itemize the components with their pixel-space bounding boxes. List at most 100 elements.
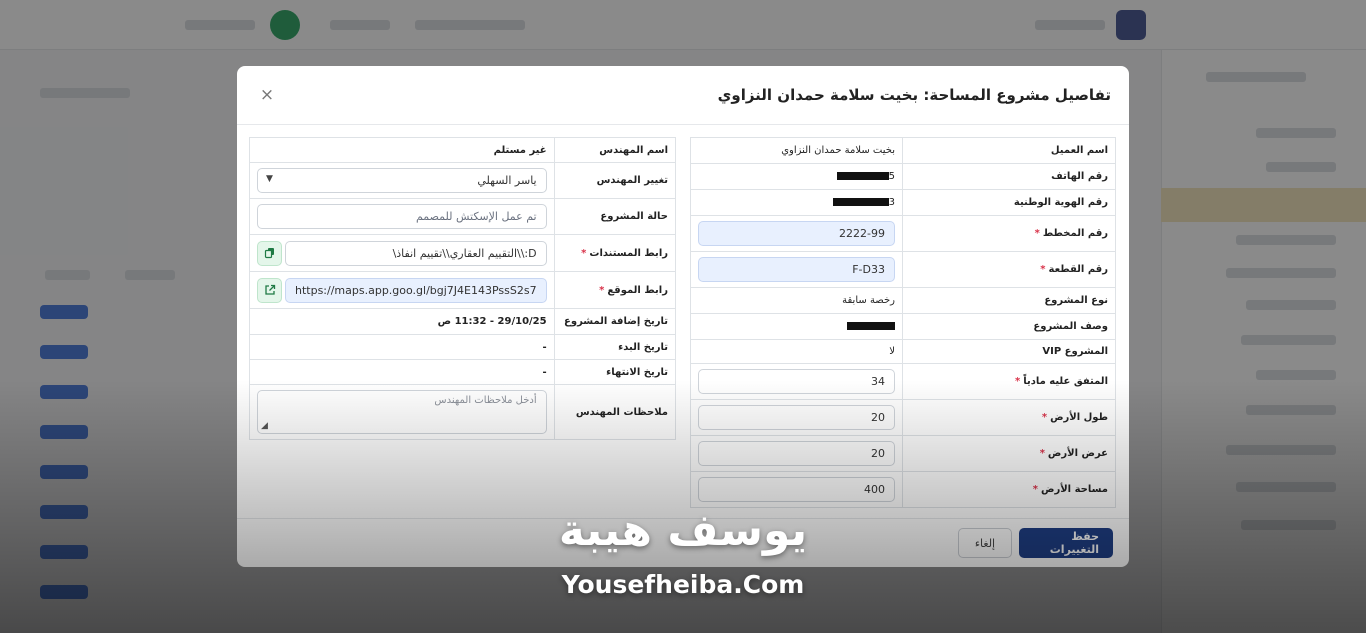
land-length-label-text: طول الأرض <box>1050 412 1108 423</box>
change-engineer-label: تغيير المهندس <box>553 162 677 199</box>
table-row: رابط الموقع* https://maps.app.goo.gl/bgj… <box>249 271 677 309</box>
land-width-label: عرض الأرض* <box>902 435 1116 472</box>
close-icon[interactable]: × <box>257 85 277 105</box>
vip-label: المشروع VIP <box>902 339 1116 364</box>
land-width-input[interactable]: 20 <box>698 441 895 466</box>
table-row: تغيير المهندس ياسر السهلي ▼ <box>249 162 677 199</box>
chevron-down-icon[interactable]: ▼ <box>266 174 273 184</box>
documents-link-cell: D:\\التقييم العقاري\\تقييم انفاذ\ <box>249 234 555 272</box>
national-id-value: 3 <box>690 189 903 216</box>
open-link-button[interactable] <box>257 277 282 303</box>
table-row: رقم القطعة* F-D33 <box>690 251 1116 288</box>
project-description-value <box>690 313 903 340</box>
national-id-value-prefix: 3 <box>888 197 895 208</box>
documents-link-input[interactable]: D:\\التقييم العقاري\\تقييم انفاذ\ <box>285 240 547 266</box>
phone-value: 5 <box>690 163 903 190</box>
location-link-text: https://maps.app.goo.gl/bgj7J4E143PssS2s… <box>295 283 537 297</box>
plot-number-label: رقم القطعة* <box>902 251 1116 288</box>
table-row: رقم الهوية الوطنية 3 <box>690 189 1116 216</box>
modal-header: تفاصيل مشروع المساحة: بخيت سلامة حمدان ا… <box>237 66 1129 125</box>
resize-handle-icon[interactable]: ◢ <box>261 421 268 431</box>
location-link-cell: https://maps.app.goo.gl/bgj7J4E143PssS2s… <box>249 271 555 309</box>
change-engineer-cell: ياسر السهلي ▼ <box>249 162 555 199</box>
documents-link-label: رابط المستندات* <box>553 234 677 272</box>
engineer-notes-label: ملاحظات المهندس <box>553 384 677 440</box>
land-area-label-text: مساحة الأرض <box>1041 484 1108 495</box>
land-length-cell: 20 <box>690 399 903 436</box>
engineer-notes-placeholder: أدخل ملاحظات المهندس <box>434 395 537 406</box>
table-row: اسم العميل بخيت سلامة حمدان النزاوي <box>690 137 1116 164</box>
agreed-price-label-text: المتفق عليه مادياً <box>1023 376 1108 387</box>
location-link-input[interactable]: https://maps.app.goo.gl/bgj7J4E143PssS2s… <box>285 277 547 303</box>
plan-number-label-text: رقم المخطط <box>1042 228 1108 239</box>
location-link-label-text: رابط الموقع <box>607 284 668 296</box>
table-row: عرض الأرض* 20 <box>690 435 1116 472</box>
phone-label: رقم الهاتف <box>902 163 1116 190</box>
external-link-icon <box>264 284 275 295</box>
table-row: رقم الهاتف 5 <box>690 163 1116 190</box>
table-row: اسم المهندس غير مستلم <box>249 137 677 163</box>
phone-value-prefix: 5 <box>888 171 895 182</box>
required-marker: * <box>1041 412 1048 423</box>
required-marker: * <box>1040 264 1046 275</box>
location-link-label: رابط الموقع* <box>553 271 677 309</box>
land-area-label: مساحة الأرض* <box>902 471 1116 508</box>
table-row: تاريخ الانتهاء - <box>249 359 677 385</box>
engineer-name-value: غير مستلم <box>249 137 555 163</box>
land-area-input[interactable]: 400 <box>698 477 895 502</box>
start-date-label: تاريخ البدء <box>553 334 677 360</box>
land-area-cell: 400 <box>690 471 903 508</box>
client-name-label: اسم العميل <box>902 137 1116 164</box>
modal-title: تفاصيل مشروع المساحة: بخيت سلامة حمدان ا… <box>717 86 1111 104</box>
required-marker: * <box>599 284 605 296</box>
copy-button[interactable] <box>257 240 282 266</box>
project-details-modal: تفاصيل مشروع المساحة: بخيت سلامة حمدان ا… <box>237 66 1129 567</box>
engineer-name-label: اسم المهندس <box>553 137 677 163</box>
vip-value: لا <box>690 339 903 364</box>
end-date-value: - <box>249 359 555 385</box>
table-row: مساحة الأرض* 400 <box>690 471 1116 508</box>
table-row: تاريخ البدء - <box>249 334 677 360</box>
copy-icon <box>264 248 274 259</box>
table-row: حالة المشروع تم عمل الإسكتش للمصمم <box>249 198 677 235</box>
required-marker: * <box>1032 484 1039 495</box>
start-date-value: - <box>249 334 555 360</box>
table-row: ملاحظات المهندس أدخل ملاحظات المهندس ◢ <box>249 384 677 440</box>
plan-number-input[interactable]: 2222-99 <box>698 221 895 246</box>
watermark-arabic: يوسف هيبة <box>558 505 808 556</box>
project-status-input[interactable]: تم عمل الإسكتش للمصمم <box>257 204 547 229</box>
land-length-input[interactable]: 20 <box>698 405 895 430</box>
documents-link-row: D:\\التقييم العقاري\\تقييم انفاذ\ <box>257 240 547 266</box>
table-row: وصف المشروع <box>690 313 1116 340</box>
plot-number-input[interactable]: F-D33 <box>698 257 895 282</box>
required-marker: * <box>1014 376 1021 387</box>
agreed-price-cell: 34 <box>690 363 903 400</box>
redaction-bar <box>847 322 895 330</box>
project-status-cell: تم عمل الإسكتش للمصمم <box>249 198 555 235</box>
required-marker: * <box>1034 228 1040 239</box>
change-engineer-selected[interactable]: ياسر السهلي <box>257 168 547 193</box>
change-engineer-select[interactable]: ياسر السهلي ▼ <box>257 168 547 193</box>
plot-number-label-text: رقم القطعة <box>1048 264 1108 275</box>
documents-link-label-text: رابط المستندات <box>589 247 668 259</box>
project-status-label: حالة المشروع <box>553 198 677 235</box>
redaction-bar <box>832 198 889 206</box>
date-added-value: 29/10/25 - 11:32 ص <box>249 308 555 335</box>
agreed-price-input[interactable]: 34 <box>698 369 895 394</box>
plan-number-label: رقم المخطط* <box>902 215 1116 252</box>
engineer-details-table: اسم المهندس غير مستلم تغيير المهندس ياسر… <box>249 137 677 440</box>
location-link-row: https://maps.app.goo.gl/bgj7J4E143PssS2s… <box>257 277 547 303</box>
table-row: نوع المشروع رخصة سابقة <box>690 287 1116 314</box>
table-row: المشروع VIP لا <box>690 339 1116 364</box>
required-marker: * <box>1039 448 1045 459</box>
watermark-latin: Yousefheiba.Com <box>561 570 805 599</box>
date-added-label: تاريخ إضافة المشروع <box>553 308 677 335</box>
land-width-cell: 20 <box>690 435 903 472</box>
engineer-notes-textarea[interactable]: أدخل ملاحظات المهندس ◢ <box>257 390 547 434</box>
project-description-label: وصف المشروع <box>902 313 1116 340</box>
plot-number-cell: F-D33 <box>690 251 903 288</box>
redaction-bar <box>836 172 889 180</box>
table-row: المتفق عليه مادياً* 34 <box>690 363 1116 400</box>
land-width-label-text: عرض الأرض <box>1047 448 1108 459</box>
project-type-value: رخصة سابقة <box>690 287 903 314</box>
